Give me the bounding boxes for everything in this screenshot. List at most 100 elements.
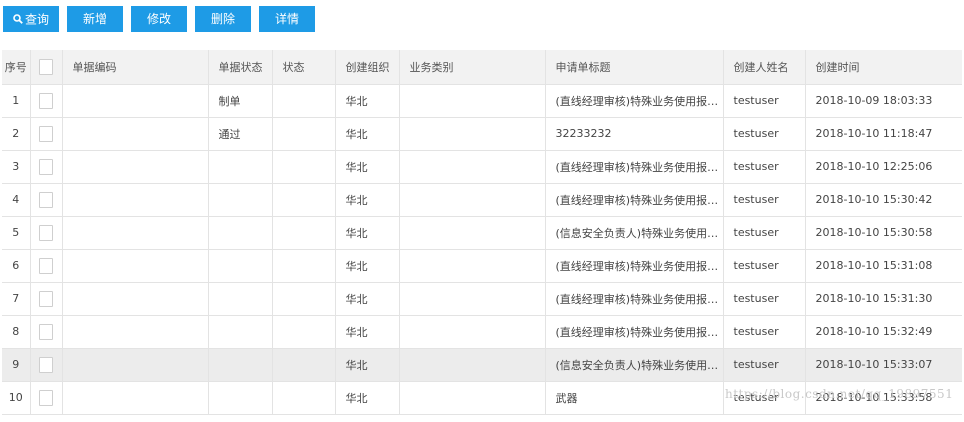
row-business-type <box>399 84 546 118</box>
row-org: 华北 <box>335 150 400 184</box>
row-business-type <box>399 348 546 382</box>
column-header-doc-status[interactable]: 单据状态 <box>208 50 273 85</box>
row-creator: testuser <box>723 315 806 349</box>
row-select-cell[interactable] <box>30 150 63 184</box>
row-code <box>62 117 209 151</box>
row-seq: 5 <box>2 216 31 250</box>
row-checkbox[interactable] <box>39 158 53 175</box>
row-seq: 1 <box>2 84 31 118</box>
row-created-time: 2018-10-10 15:33:58 <box>805 381 962 415</box>
row-code <box>62 84 209 118</box>
row-seq: 10 <box>2 381 31 415</box>
row-org: 华北 <box>335 183 400 217</box>
row-code <box>62 249 209 283</box>
search-button[interactable]: 查询 <box>3 6 59 32</box>
select-all-checkbox[interactable] <box>39 58 53 75</box>
row-title: 32233232 <box>545 117 724 151</box>
table-row[interactable]: 3 华北 (直线经理审核)特殊业务使用报备-提... testuser 2018… <box>2 150 962 184</box>
column-header-select-all[interactable] <box>30 50 63 85</box>
toolbar: 查询 新增 修改 删除 详情 <box>3 6 323 32</box>
table-row[interactable]: 5 华北 (信息安全负责人)特殊业务使用报备-... testuser 2018… <box>2 216 962 250</box>
row-status <box>272 183 336 217</box>
row-status <box>272 84 336 118</box>
row-doc-status <box>208 183 273 217</box>
row-checkbox[interactable] <box>39 125 53 142</box>
row-org: 华北 <box>335 315 400 349</box>
row-select-cell[interactable] <box>30 249 63 283</box>
row-org: 华北 <box>335 249 400 283</box>
detail-button[interactable]: 详情 <box>259 6 315 32</box>
row-doc-status <box>208 381 273 415</box>
row-title: (直线经理审核)特殊业务使用报备-提... <box>545 150 724 184</box>
table-row[interactable]: 2 通过 华北 32233232 testuser 2018-10-10 11:… <box>2 117 962 151</box>
table-row[interactable]: 6 华北 (直线经理审核)特殊业务使用报备-提... testuser 2018… <box>2 249 962 283</box>
row-title: (直线经理审核)特殊业务使用报备-提... <box>545 84 724 118</box>
column-header-created-time[interactable]: 创建时间 <box>805 50 962 85</box>
column-header-title[interactable]: 申请单标题 <box>545 50 724 85</box>
row-select-cell[interactable] <box>30 117 63 151</box>
row-status <box>272 282 336 316</box>
row-checkbox[interactable] <box>39 257 53 274</box>
row-doc-status <box>208 348 273 382</box>
row-org: 华北 <box>335 348 400 382</box>
column-header-creator[interactable]: 创建人姓名 <box>723 50 806 85</box>
column-header-seq[interactable]: 序号 <box>2 50 31 85</box>
row-checkbox[interactable] <box>39 389 53 406</box>
row-seq: 4 <box>2 183 31 217</box>
table-row[interactable]: 4 华北 (直线经理审核)特殊业务使用报备-提... testuser 2018… <box>2 183 962 217</box>
search-icon <box>13 7 23 33</box>
row-status <box>272 216 336 250</box>
row-checkbox[interactable] <box>39 191 53 208</box>
row-seq: 8 <box>2 315 31 349</box>
row-select-cell[interactable] <box>30 183 63 217</box>
table-row[interactable]: 1 制单 华北 (直线经理审核)特殊业务使用报备-提... testuser 2… <box>2 84 962 118</box>
row-created-time: 2018-10-10 15:31:08 <box>805 249 962 283</box>
row-doc-status <box>208 150 273 184</box>
row-title: (信息安全负责人)特殊业务使用报备-... <box>545 216 724 250</box>
column-header-code[interactable]: 单据编码 <box>62 50 209 85</box>
row-checkbox[interactable] <box>39 356 53 373</box>
row-select-cell[interactable] <box>30 216 63 250</box>
row-code <box>62 282 209 316</box>
row-checkbox[interactable] <box>39 224 53 241</box>
row-creator: testuser <box>723 183 806 217</box>
row-select-cell[interactable] <box>30 282 63 316</box>
row-select-cell[interactable] <box>30 381 63 415</box>
row-creator: testuser <box>723 150 806 184</box>
table-row[interactable]: 7 华北 (直线经理审核)特殊业务使用报备-提... testuser 2018… <box>2 282 962 316</box>
column-header-business-type[interactable]: 业务类别 <box>399 50 546 85</box>
table-row[interactable]: 10 华北 武器 testuser 2018-10-10 15:33:58 <box>2 381 962 415</box>
row-checkbox[interactable] <box>39 92 53 109</box>
column-header-status[interactable]: 状态 <box>272 50 336 85</box>
row-creator: testuser <box>723 216 806 250</box>
table-row[interactable]: 8 华北 (直线经理审核)特殊业务使用报备-提... testuser 2018… <box>2 315 962 349</box>
column-header-org[interactable]: 创建组织 <box>335 50 400 85</box>
row-status <box>272 381 336 415</box>
row-select-cell[interactable] <box>30 84 63 118</box>
edit-button[interactable]: 修改 <box>131 6 187 32</box>
row-checkbox[interactable] <box>39 323 53 340</box>
row-creator: testuser <box>723 381 806 415</box>
row-doc-status <box>208 249 273 283</box>
row-business-type <box>399 150 546 184</box>
row-creator: testuser <box>723 84 806 118</box>
row-org: 华北 <box>335 282 400 316</box>
row-created-time: 2018-10-09 18:03:33 <box>805 84 962 118</box>
add-button[interactable]: 新增 <box>67 6 123 32</box>
row-creator: testuser <box>723 282 806 316</box>
row-code <box>62 315 209 349</box>
delete-button[interactable]: 删除 <box>195 6 251 32</box>
row-doc-status <box>208 315 273 349</box>
row-created-time: 2018-10-10 15:30:58 <box>805 216 962 250</box>
table-header-row: 序号 单据编码 单据状态 状态 创建组织 业务类别 申请单标题 创建人姓名 创建… <box>2 50 962 85</box>
row-title: 武器 <box>545 381 724 415</box>
row-checkbox[interactable] <box>39 290 53 307</box>
row-select-cell[interactable] <box>30 315 63 349</box>
table-row-highlighted[interactable]: 9 华北 (信息安全负责人)特殊业务使用报备-... testuser 2018… <box>2 348 962 382</box>
row-select-cell[interactable] <box>30 348 63 382</box>
row-created-time: 2018-10-10 15:30:42 <box>805 183 962 217</box>
row-title: (直线经理审核)特殊业务使用报备-提... <box>545 282 724 316</box>
row-created-time: 2018-10-10 15:32:49 <box>805 315 962 349</box>
row-created-time: 2018-10-10 12:25:06 <box>805 150 962 184</box>
row-doc-status <box>208 282 273 316</box>
